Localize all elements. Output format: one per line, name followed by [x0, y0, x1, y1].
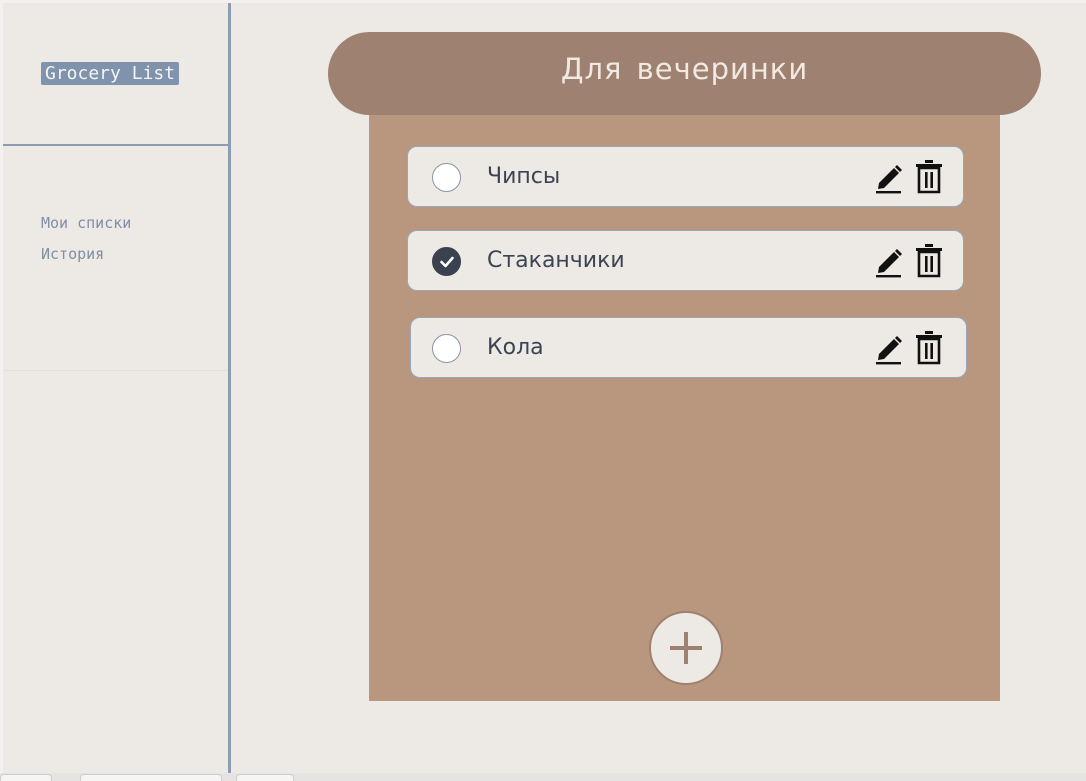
checkmark-icon — [440, 256, 454, 268]
item-label: Кола — [487, 335, 544, 360]
list-item: Чипсы — [407, 146, 964, 207]
list-item: Стаканчики — [407, 230, 964, 291]
item-label: Стаканчики — [487, 248, 625, 273]
add-item-button[interactable] — [649, 611, 723, 685]
item-checkbox[interactable] — [432, 334, 461, 363]
edit-button[interactable] — [874, 332, 902, 366]
pencil-icon — [876, 336, 902, 365]
nav-item-my-lists[interactable]: Мои списки — [41, 214, 131, 232]
edit-button[interactable] — [874, 245, 902, 279]
nav-item-history[interactable]: История — [41, 245, 104, 263]
trash-icon — [916, 331, 942, 365]
list-item: Кола — [410, 317, 967, 378]
item-checkbox[interactable] — [432, 163, 461, 192]
brand-area: Grocery List — [3, 3, 228, 146]
trash-icon — [916, 160, 942, 194]
pencil-icon — [876, 165, 902, 194]
trash-icon — [916, 244, 942, 278]
delete-button[interactable] — [915, 159, 943, 195]
app-window: Grocery List Мои списки История Для вече… — [3, 3, 1086, 773]
sidebar: Grocery List Мои списки История — [3, 3, 231, 773]
sidebar-nav: Мои списки История — [3, 146, 228, 371]
taskbar-tab[interactable] — [236, 774, 294, 781]
taskbar-tab[interactable] — [80, 774, 222, 781]
delete-button[interactable] — [915, 243, 943, 279]
item-label: Чипсы — [487, 164, 561, 189]
list-title: Для вечеринки — [560, 52, 809, 86]
app-brand[interactable]: Grocery List — [41, 62, 180, 85]
taskbar-tab[interactable] — [0, 774, 52, 781]
edit-button[interactable] — [874, 161, 902, 195]
pencil-icon — [876, 249, 902, 278]
plus-icon — [670, 632, 702, 664]
delete-button[interactable] — [915, 330, 943, 366]
item-checkbox-checked[interactable] — [432, 247, 461, 276]
list-header: Для вечеринки — [328, 32, 1041, 115]
